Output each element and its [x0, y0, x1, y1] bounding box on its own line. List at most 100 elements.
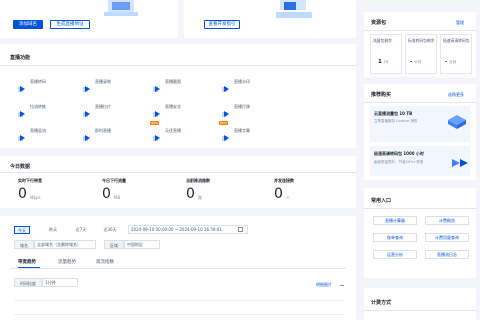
domain-select[interactable]: 全部域名（含删除域名）	[34, 240, 96, 249]
chart-area	[14, 294, 344, 320]
feature-tile[interactable]: 无优直播 NEW	[150, 121, 213, 141]
feature-tile[interactable]: 直播混流	[18, 126, 78, 141]
recommend-more-link[interactable]: 选购更多	[448, 92, 464, 98]
resource-cell-traffic[interactable]: 流量包剩余 1 TB	[370, 34, 402, 74]
detail-link[interactable]: 明细图片	[316, 282, 332, 288]
recommend-item-desc: 画面质量提升，节省50%+带宽	[374, 160, 424, 164]
banner-illustration-right	[274, 0, 314, 22]
stat-label-traffic: 今日下行流量	[102, 178, 126, 183]
screenshot-icon	[153, 78, 160, 92]
recommend-item-title: 云直播流量包 10 TB	[374, 111, 413, 116]
banner-illustration	[100, 0, 142, 20]
chart-gridline	[14, 314, 344, 315]
entry-usage-query-button[interactable]: 计费用量查询	[425, 233, 469, 242]
feature-tile-label: 直播拉片	[95, 104, 111, 109]
resource-cell-hd[interactable]: 极速高清转码包 - 分钟	[440, 34, 472, 74]
optimize-icon	[153, 127, 160, 141]
stat-unit-streams: 路	[198, 195, 202, 200]
date-range-picker[interactable]: 2024-09-10 00:00:00 ~ 2024-09-10 16:59:0…	[128, 225, 248, 234]
today-title: 今日数据	[10, 164, 31, 170]
recommend-card: 推荐购买 选购更多 云直播流量包 10 TB 立享直播服务 License 授权…	[364, 84, 476, 180]
relay-icon	[18, 103, 25, 117]
region-select[interactable]: 中国地区	[124, 240, 160, 249]
transcode-icon	[18, 78, 25, 92]
resource-cell-value: - 分钟	[445, 59, 457, 65]
feature-tile[interactable]: 直播安全	[153, 102, 213, 117]
today-card: 今日数据 实时下行带宽 0 Mbps 今日下行流量 0 MB 当前推流路数 0 …	[0, 156, 356, 208]
resource-manage-link[interactable]: 管理	[456, 20, 464, 26]
chip-30days[interactable]: 近30天	[101, 226, 119, 234]
feature-tile-label: 直播录制	[95, 79, 111, 84]
add-domain-button[interactable]: 添加域名	[13, 20, 43, 29]
resource-cell-standard[interactable]: 标准转码包剩余 - 分钟	[405, 34, 437, 74]
domain-select-value: 全部域名（含删除域名）	[37, 242, 81, 247]
date-range-text: 2024-09-10 00:00:00 ~ 2024-09-10 16:59:0…	[131, 227, 222, 232]
divider	[0, 65, 356, 66]
chip-yesterday[interactable]: 昨天	[45, 226, 61, 234]
entry-billing-overview-button[interactable]: 计费概览	[425, 216, 469, 225]
region-label: 区域	[104, 240, 124, 249]
feature-tile[interactable]: 直播打移	[222, 102, 282, 117]
recommend-item-desc: 立享直播服务 License 授权	[374, 119, 418, 123]
calendar-icon	[238, 227, 243, 232]
resource-title: 资源包	[371, 20, 387, 26]
stat-unit-traffic: MB	[114, 195, 121, 200]
chart-card: 今天 昨天 近7天 近30天 2024-09-10 00:00:00 ~ 202…	[0, 216, 356, 320]
feature-tile[interactable]: 直播水印	[222, 77, 282, 92]
tab-bandwidth[interactable]: 带宽趋势	[18, 259, 36, 265]
feature-tile-label: 直播转码	[30, 79, 46, 84]
resource-card: 资源包 管理 流量包剩余 1 TB 标准转码包剩余 - 分钟 极速高清转码包 -…	[364, 12, 476, 77]
security-icon	[153, 103, 160, 117]
entry-ops-analysis-button[interactable]: 运营分析	[373, 250, 417, 259]
chip-today[interactable]: 今天	[14, 226, 30, 234]
feature-tile[interactable]: 即时直播	[83, 126, 143, 141]
divider	[364, 30, 476, 31]
divider	[364, 102, 476, 103]
feature-tile-label: 直播水印	[234, 79, 250, 84]
divider	[10, 268, 346, 269]
dev-guide-button[interactable]: 查看开发指引	[204, 20, 240, 29]
feature-tile[interactable]: 直播录制	[83, 77, 143, 92]
feature-tile[interactable]: 拉流转推	[18, 102, 78, 117]
watermark-icon	[222, 78, 229, 92]
entry-calculator-button[interactable]: 直播计算器	[373, 216, 417, 225]
stat-value-bandwidth: 0	[18, 186, 27, 202]
billing-title: 计费方式	[371, 300, 392, 306]
pull-icon	[83, 103, 90, 117]
entry-bill-query-button[interactable]: 账单查询	[373, 233, 417, 242]
download-icon[interactable]	[340, 282, 344, 286]
granularity-select[interactable]: 1分钟	[42, 278, 78, 287]
stat-label-connections: 并发连接数	[274, 178, 294, 183]
transcode-illustration	[452, 154, 468, 167]
features-card: 直播功能 直播转码 直播录制 直播截图 直播水印拉流转推 直播拉片 直播安全 直播打移直播混…	[0, 44, 356, 148]
instant-icon	[83, 127, 90, 141]
stat-value-connections: 0	[274, 186, 283, 202]
feature-tile[interactable]: 直播字幕 NEW	[219, 121, 282, 141]
recommend-item-transcode[interactable]: 极速高清转码包 1000 小时 画面质量提升，节省50%+带宽	[370, 146, 470, 176]
feature-tile-label: 直播混流	[30, 128, 46, 133]
feature-tile-label: 直播安全	[165, 104, 181, 109]
stat-unit-connections: 人	[286, 195, 290, 200]
granularity-value: 1分钟	[45, 280, 56, 285]
stat-label-bandwidth: 实时下行带宽	[18, 178, 42, 183]
stat-value-streams: 0	[186, 186, 195, 202]
recommend-item-traffic[interactable]: 云直播流量包 10 TB 立享直播服务 License 授权	[370, 106, 470, 142]
tab-traffic[interactable]: 流量趋势	[58, 259, 76, 265]
entry-stream-log-button[interactable]: 直播流日志	[425, 250, 469, 259]
chip-7days[interactable]: 近7天	[73, 226, 89, 234]
subtitle-icon	[222, 127, 229, 141]
tab-viewing[interactable]: 观流指数	[96, 259, 114, 265]
divider	[364, 310, 476, 311]
entrance-title: 常用入口	[371, 198, 392, 204]
feature-tile-label: 直播字幕	[234, 128, 250, 133]
feature-tile[interactable]: 直播转码	[18, 77, 78, 92]
mix-icon	[18, 127, 25, 141]
feature-tile[interactable]: 直播拉片	[83, 102, 143, 117]
feature-tile[interactable]: 直播截图	[153, 77, 213, 92]
move-icon	[222, 103, 229, 117]
features-title: 直播功能	[10, 55, 31, 61]
stat-label-streams: 当前推流路数	[186, 178, 210, 183]
billing-card: 计费方式	[364, 288, 476, 320]
gen-address-button[interactable]: 生成直播地址	[50, 20, 90, 29]
domain-label: 域名	[14, 240, 34, 249]
